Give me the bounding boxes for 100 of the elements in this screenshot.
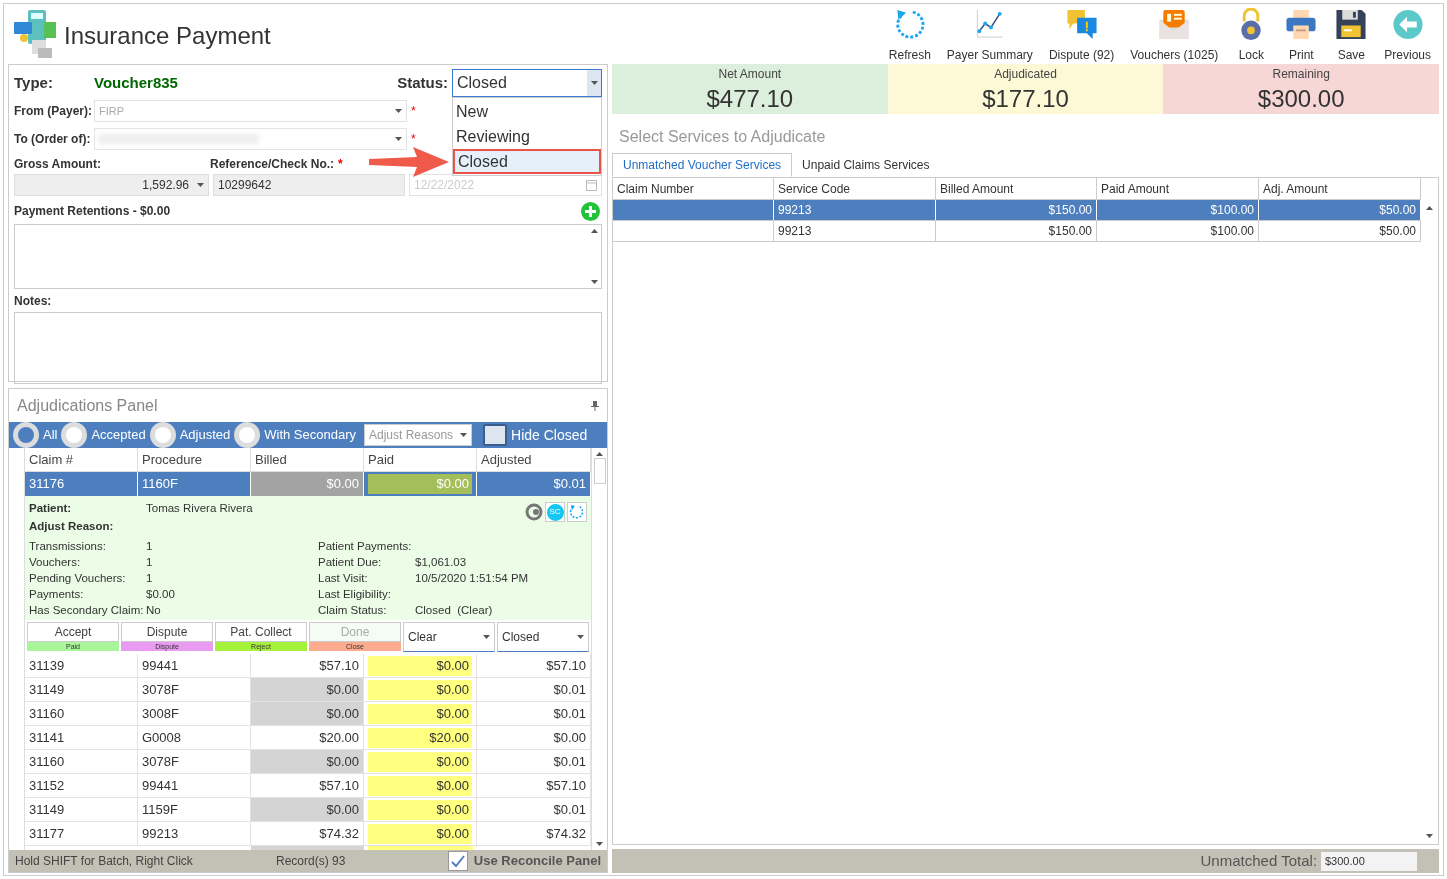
checkbox-label: Hide Closed	[511, 425, 588, 445]
speech-bubbles-icon	[1064, 8, 1099, 41]
caret-down-icon	[395, 137, 402, 141]
table-cell: $0.00	[368, 474, 472, 494]
table-cell: $0.00	[368, 655, 472, 676]
column-header[interactable]: Adjusted	[477, 448, 591, 471]
column-header[interactable]: Procedure	[138, 448, 251, 471]
table-cell: $0.00	[251, 678, 364, 701]
table-cell: $0.01	[477, 678, 591, 701]
toolbar-button[interactable]: Refresh	[880, 8, 939, 64]
calendar-icon[interactable]	[586, 179, 597, 191]
table-cell: 31160	[25, 750, 138, 773]
tab[interactable]: Unpaid Claims Services	[792, 153, 940, 177]
action-button[interactable]: Dispute	[121, 622, 213, 642]
column-header[interactable]: Claim Number	[613, 178, 774, 199]
gross-amount-field[interactable]: 1,592.96	[14, 174, 209, 196]
add-icon[interactable]	[581, 201, 600, 221]
radio-button[interactable]	[234, 422, 261, 448]
section-label: Payment Retentions - $0.00	[14, 203, 171, 220]
table-cell: $100.00	[1097, 221, 1259, 241]
field-label: Gross Amount:	[14, 156, 102, 173]
printer-icon	[1284, 8, 1319, 41]
dropdown[interactable]: Closed	[497, 622, 589, 652]
table-cell: $0.00	[368, 679, 472, 700]
panel-title: Adjudications Panel	[17, 395, 158, 416]
toolbar-button[interactable]: Print	[1276, 8, 1327, 64]
required-mark: *	[411, 131, 416, 148]
column-header[interactable]: Billed Amount	[936, 178, 1097, 199]
detail-value: 1	[146, 538, 153, 554]
pin-icon[interactable]	[591, 400, 599, 411]
table-cell: $0.00	[368, 823, 472, 844]
column-header[interactable]: Billed	[251, 448, 364, 471]
table-cell: $57.10	[251, 774, 364, 797]
table-row[interactable]: 99213 $150.00 $100.00 $50.00	[613, 221, 1421, 242]
table-cell: 31139	[25, 654, 138, 677]
column-header[interactable]: Paid	[364, 448, 477, 471]
menu-item[interactable]: Reviewing	[453, 124, 601, 149]
table-cell: $20.00	[368, 727, 472, 748]
tab[interactable]: Unmatched Voucher Services	[612, 153, 793, 177]
envelope-icon	[1157, 8, 1192, 41]
toolbar-button[interactable]: Lock	[1226, 8, 1277, 64]
toolbar-button[interactable]: Vouchers (1025)	[1122, 8, 1227, 64]
table-cell: $50.00	[1259, 200, 1421, 220]
field-label: Type:	[14, 72, 54, 93]
toolbar-button[interactable]: Dispute (92)	[1040, 8, 1123, 64]
checkbox[interactable]	[483, 424, 507, 446]
field-label: From (Payer):	[14, 103, 94, 120]
table-cell: $57.10	[477, 774, 591, 797]
column-header[interactable]: Adj. Amount	[1259, 178, 1421, 199]
menu-item[interactable]: Closed	[453, 149, 601, 174]
column-header[interactable]: Claim #	[25, 448, 138, 471]
checkbox[interactable]	[447, 851, 468, 871]
scrollbar[interactable]	[591, 448, 607, 850]
copy-claim-icon[interactable]	[525, 503, 543, 521]
unmatched-total-field[interactable]: $300.00	[1321, 851, 1417, 871]
menu-item[interactable]: New	[453, 99, 601, 124]
toolbar-button[interactable]: Payer Summary	[938, 8, 1041, 64]
scroll-thumb[interactable]	[593, 458, 606, 484]
notes-field[interactable]	[14, 312, 602, 384]
refresh-icon	[569, 504, 585, 520]
caret-down-icon	[590, 81, 598, 85]
caret-down-icon	[395, 109, 402, 113]
radio-label: Accepted	[91, 426, 146, 445]
column-header[interactable]: Paid Amount	[1097, 178, 1259, 199]
caret-down-icon	[197, 183, 204, 187]
radio-button[interactable]	[61, 422, 88, 448]
table-cell: $0.00	[251, 702, 364, 725]
table-cell: 99213	[138, 822, 251, 845]
required-mark: *	[411, 103, 416, 120]
section-title: Select Services to Adjudicate	[619, 127, 827, 147]
reload-button[interactable]	[567, 502, 587, 522]
table-cell: $57.10	[477, 654, 591, 677]
caret-down-icon	[596, 842, 603, 846]
table-cell: 99441	[138, 654, 251, 677]
detail-label: Last Visit:	[318, 570, 369, 586]
table-cell: $0.00	[251, 798, 364, 821]
table-cell: 31149	[25, 798, 138, 821]
radio-button[interactable]	[149, 422, 176, 448]
table-cell: $74.32	[477, 822, 591, 845]
field-label: Reference/Check No.:	[210, 156, 335, 173]
table-cell: $74.32	[251, 822, 364, 845]
column-header[interactable]: Service Code	[774, 178, 936, 199]
dropdown[interactable]: Clear	[403, 622, 495, 652]
toolbar-button[interactable]: Previous	[1376, 8, 1439, 64]
detail-label: Claim Status:	[318, 602, 388, 618]
record-count: Record(s) 93	[276, 853, 346, 870]
table-cell: $0.00	[368, 703, 472, 724]
action-button[interactable]: Pat. Collect	[215, 622, 307, 642]
caret-up-icon	[596, 452, 603, 456]
status-dropdown[interactable]: Closed	[452, 69, 602, 97]
toolbar-button[interactable]: Save	[1326, 8, 1377, 64]
detail-label: Pending Vouchers:	[29, 570, 127, 586]
caret-down-icon	[460, 433, 467, 437]
radio-button[interactable]	[13, 422, 39, 448]
table-row[interactable]: 99213 $150.00 $100.00 $50.00	[613, 200, 1421, 221]
detail-label: Last Eligibility:	[318, 586, 392, 602]
action-button[interactable]: Accept	[27, 622, 119, 642]
table-cell: $0.01	[477, 798, 591, 821]
table-cell: $0.00	[477, 726, 591, 749]
reference-field[interactable]: 10299642	[213, 174, 405, 196]
